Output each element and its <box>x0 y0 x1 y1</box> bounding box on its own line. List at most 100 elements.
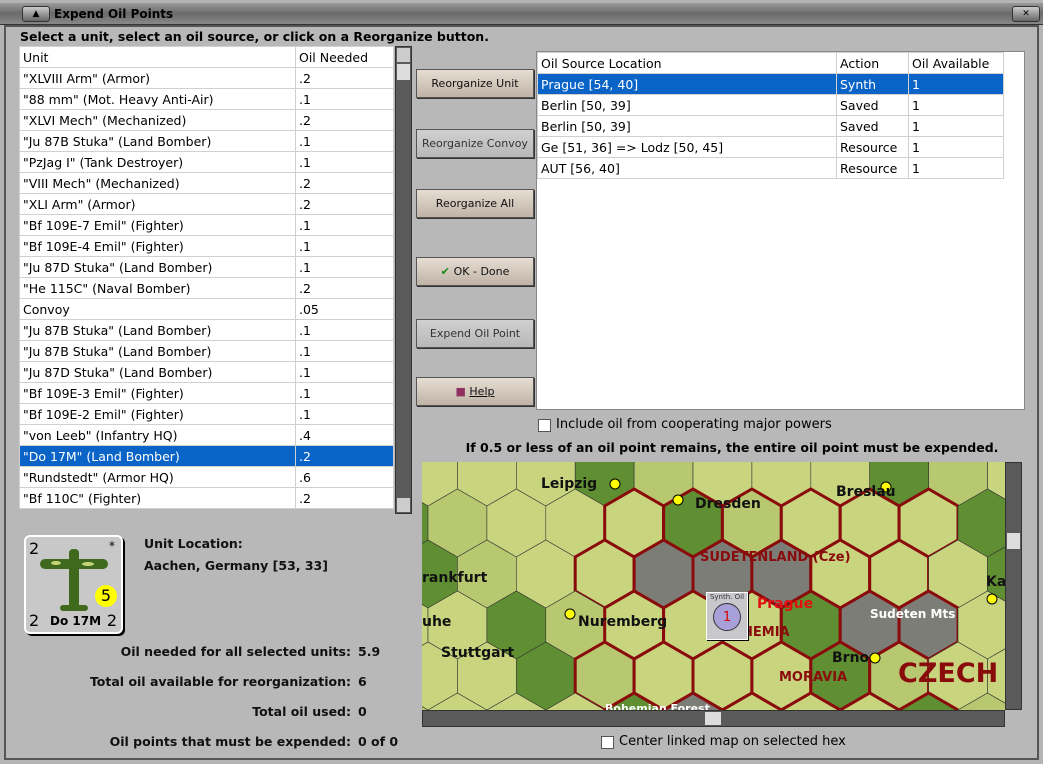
unit-defense-left: 2 <box>29 611 40 630</box>
close-button[interactable]: ✕ <box>1012 6 1040 22</box>
synth-oil-counter[interactable]: Synth. Oil 1 <box>706 592 748 640</box>
oil-needed-cell: .05 <box>295 298 394 320</box>
unit-name-cell: "88 mm" (Mot. Heavy Anti-Air) <box>19 88 296 110</box>
unit-row[interactable]: "He 115C" (Naval Bomber) .2 <box>19 277 394 299</box>
action-cell: Resource <box>836 136 909 158</box>
oil-needed-cell: .2 <box>295 193 394 215</box>
map-horizontal-scrollbar[interactable] <box>422 710 1005 727</box>
oil-source-row[interactable]: Prague [54, 40] Synth 1 <box>537 73 1004 95</box>
map-label-bohemian-forest: Bohemian Forest <box>605 702 710 710</box>
center-linked-map-label: Center linked map on selected hex <box>619 734 846 749</box>
unit-name-cell: "Bf 109E-7 Emil" (Fighter) <box>19 214 296 236</box>
stat-value: 0 <box>358 704 367 719</box>
location-cell: Berlin [50, 39] <box>537 115 837 137</box>
minimize-button[interactable]: ▲ <box>22 6 50 22</box>
unit-name-cell: "He 115C" (Naval Bomber) <box>19 277 296 299</box>
scroll-up-arrow[interactable] <box>397 48 410 62</box>
unit-row[interactable]: "88 mm" (Mot. Heavy Anti-Air) .1 <box>19 88 394 110</box>
stat-label: Total oil used: <box>252 704 351 719</box>
oil-source-row[interactable]: AUT [56, 40] Resource 1 <box>537 157 1004 179</box>
location-cell: Ge [51, 36] => Lodz [50, 45] <box>537 136 837 158</box>
unit-name-cell: "Rundstedt" (Armor HQ) <box>19 466 296 488</box>
expend-oil-point-button[interactable]: Expend Oil Point <box>416 319 534 348</box>
map-hscroll-thumb[interactable] <box>705 712 721 725</box>
unit-row[interactable]: "VIII Mech" (Mechanized) .2 <box>19 172 394 194</box>
map-label-frankfurt: rankfurt <box>422 570 488 586</box>
unit-row[interactable]: "Bf 110C" (Fighter) .2 <box>19 487 394 509</box>
unit-row[interactable]: "Bf 109E-2 Emil" (Fighter) .1 <box>19 403 394 425</box>
unit-row[interactable]: "Ju 87D Stuka" (Land Bomber) .1 <box>19 256 394 278</box>
action-cell: Synth <box>836 73 909 95</box>
oil-source-row[interactable]: Berlin [50, 39] Saved 1 <box>537 94 1004 116</box>
oil-needed-cell: .6 <box>295 466 394 488</box>
location-cell: AUT [56, 40] <box>537 157 837 179</box>
unit-row[interactable]: "Ju 87B Stuka" (Land Bomber) .1 <box>19 340 394 362</box>
unit-row[interactable]: "Bf 109E-4 Emil" (Fighter) .1 <box>19 235 394 257</box>
oil-source-row[interactable]: Berlin [50, 39] Saved 1 <box>537 115 1004 137</box>
action-cell: Saved <box>836 115 909 137</box>
map-label-karlsruhe: uhe <box>422 614 452 630</box>
reorganize-all-button[interactable]: Reorganize All <box>416 189 534 218</box>
unit-row[interactable]: "von Leeb" (Infantry HQ) .4 <box>19 424 394 446</box>
scroll-down-arrow[interactable] <box>397 498 410 512</box>
oil-needed-cell: .1 <box>295 340 394 362</box>
city-marker-icon <box>672 494 684 506</box>
column-header-action[interactable]: Action <box>836 52 909 74</box>
unit-name-cell: "VIII Mech" (Mechanized) <box>19 172 296 194</box>
unit-name-cell: "Bf 109E-2 Emil" (Fighter) <box>19 403 296 425</box>
unit-row[interactable]: "Bf 109E-3 Emil" (Fighter) .1 <box>19 382 394 404</box>
synth-oil-value: 1 <box>722 610 732 625</box>
include-cooperating-checkbox[interactable] <box>538 419 551 432</box>
unit-row[interactable]: "Ju 87B Stuka" (Land Bomber) .1 <box>19 319 394 341</box>
include-cooperating-label: Include oil from cooperating major power… <box>556 417 832 432</box>
map-vscroll-thumb[interactable] <box>1007 533 1020 549</box>
strategic-map[interactable]: Leipzig Dresden Breslau SUDETENLAND (Cze… <box>422 462 1005 710</box>
unit-row[interactable]: "PzJag I" (Tank Destroyer) .1 <box>19 151 394 173</box>
unit-row[interactable]: "Do 17M" (Land Bomber) .2 <box>19 445 394 467</box>
column-header-unit[interactable]: Unit <box>19 46 296 68</box>
action-cell: Resource <box>836 157 909 179</box>
map-vertical-scrollbar[interactable] <box>1005 462 1022 710</box>
scroll-thumb[interactable] <box>397 64 410 80</box>
oil-source-table: Oil Source Location Action Oil Available P… <box>537 52 1004 179</box>
unit-name-cell: Convoy <box>19 298 296 320</box>
unit-counter-do17m[interactable]: 2 * 5 2 Do 17M 2 <box>24 535 123 634</box>
unit-row[interactable]: "XLVIII Arm" (Armor) .2 <box>19 67 394 89</box>
column-header-oil-needed[interactable]: Oil Needed <box>295 46 394 68</box>
reorganize-unit-button[interactable]: Reorganize Unit <box>416 69 534 98</box>
oil-available-cell: 1 <box>908 73 1004 95</box>
unit-row[interactable]: "XLI Arm" (Armor) .2 <box>19 193 394 215</box>
column-header-oil-available[interactable]: Oil Available <box>908 52 1004 74</box>
unit-name-cell: "PzJag I" (Tank Destroyer) <box>19 151 296 173</box>
oil-source-row[interactable]: Ge [51, 36] => Lodz [50, 45] Resource 1 <box>537 136 1004 158</box>
city-marker-icon <box>609 478 621 490</box>
unit-row[interactable]: "Bf 109E-7 Emil" (Fighter) .1 <box>19 214 394 236</box>
map-label-moravia: MORAVIA <box>779 670 848 685</box>
map-label-katowice: Ka <box>986 574 1005 590</box>
oil-available-cell: 1 <box>908 115 1004 137</box>
title-bar: ▲ Expend Oil Points ✕ <box>0 3 1043 25</box>
column-header-location[interactable]: Oil Source Location <box>537 52 837 74</box>
unit-name-cell: "Bf 109E-3 Emil" (Fighter) <box>19 382 296 404</box>
help-button[interactable]: ■ Help <box>416 377 534 406</box>
center-linked-map-checkbox[interactable] <box>601 736 614 749</box>
unit-row[interactable]: "XLVI Mech" (Mechanized) .2 <box>19 109 394 131</box>
unit-row[interactable]: "Ju 87B Stuka" (Land Bomber) .1 <box>19 130 394 152</box>
map-label-bohemia: HEMIA <box>742 625 790 640</box>
unit-name-cell: "Bf 109E-4 Emil" (Fighter) <box>19 235 296 257</box>
oil-needed-cell: .1 <box>295 214 394 236</box>
unit-row[interactable]: "Rundstedt" (Armor HQ) .6 <box>19 466 394 488</box>
ok-done-button[interactable]: ✔ OK - Done <box>416 257 534 286</box>
unit-row[interactable]: "Ju 87D Stuka" (Land Bomber) .1 <box>19 361 394 383</box>
unit-name-cell: "Ju 87D Stuka" (Land Bomber) <box>19 256 296 278</box>
location-cell: Berlin [50, 39] <box>537 94 837 116</box>
stat-label: Oil needed for all selected units: <box>120 644 351 659</box>
reorganize-convoy-button[interactable]: Reorganize Convoy <box>416 129 534 158</box>
unit-row[interactable]: Convoy .05 <box>19 298 394 320</box>
unit-name-cell: "XLVI Mech" (Mechanized) <box>19 109 296 131</box>
stat-value: 0 of 0 <box>358 734 399 749</box>
map-label-brno: Brno <box>832 650 870 666</box>
unit-list-scrollbar[interactable] <box>395 46 412 514</box>
oil-notice: If 0.5 or less of an oil point remains, … <box>465 440 999 455</box>
map-label-czech: CZECH <box>898 658 999 689</box>
